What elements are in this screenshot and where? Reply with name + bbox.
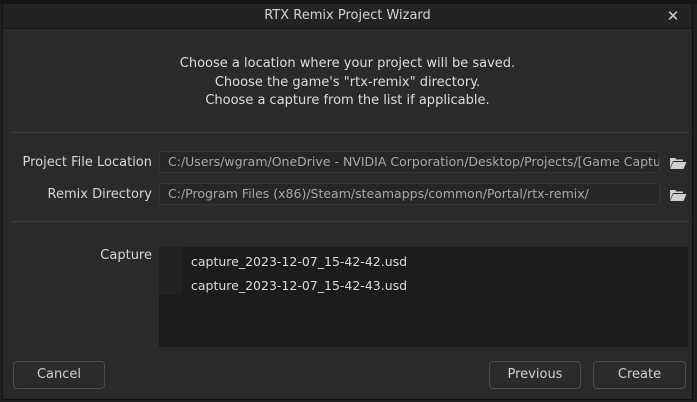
- remix-directory-label: Remix Directory: [47, 187, 152, 202]
- divider-top: [12, 132, 689, 133]
- create-button[interactable]: Create: [593, 361, 686, 389]
- list-item[interactable]: capture_2023-12-07_15-42-43.usd: [191, 274, 407, 298]
- instruction-line-3: Choose a capture from the list if applic…: [205, 93, 490, 108]
- capture-label: Capture: [100, 248, 152, 263]
- title-bar[interactable]: RTX Remix Project Wizard ✕: [3, 4, 692, 29]
- project-file-folder-icon: [670, 158, 687, 169]
- capture-list-gutter: [159, 247, 183, 295]
- remix-directory-folder-icon: [670, 190, 687, 201]
- wizard-window: RTX Remix Project Wizard ✕ Choose a loca…: [2, 3, 693, 400]
- project-file-label: Project File Location: [22, 155, 152, 170]
- close-icon: ✕: [666, 7, 680, 25]
- divider-bottom: [12, 221, 689, 222]
- cancel-button[interactable]: Cancel: [13, 361, 105, 389]
- window-title: RTX Remix Project Wizard: [264, 8, 431, 23]
- folder-open-icon[interactable]: [669, 155, 687, 169]
- previous-button[interactable]: Previous: [489, 361, 581, 389]
- capture-list[interactable]: capture_2023-12-07_15-42-42.usd capture_…: [159, 247, 688, 347]
- instructions: Choose a location where your project wil…: [3, 55, 692, 111]
- instruction-line-2: Choose the game's "rtx-remix" directory.: [214, 74, 481, 90]
- project-file-input[interactable]: C:/Users/wgram/OneDrive - NVIDIA Corpora…: [159, 151, 660, 173]
- instruction-line-1: Choose a location where your project wil…: [179, 56, 516, 71]
- remix-directory-input[interactable]: C:/Program Files (x86)/Steam/steamapps/c…: [159, 183, 660, 205]
- close-button[interactable]: ✕: [664, 7, 682, 25]
- list-item[interactable]: capture_2023-12-07_15-42-42.usd: [191, 250, 407, 274]
- folder-open-icon[interactable]: [669, 187, 687, 201]
